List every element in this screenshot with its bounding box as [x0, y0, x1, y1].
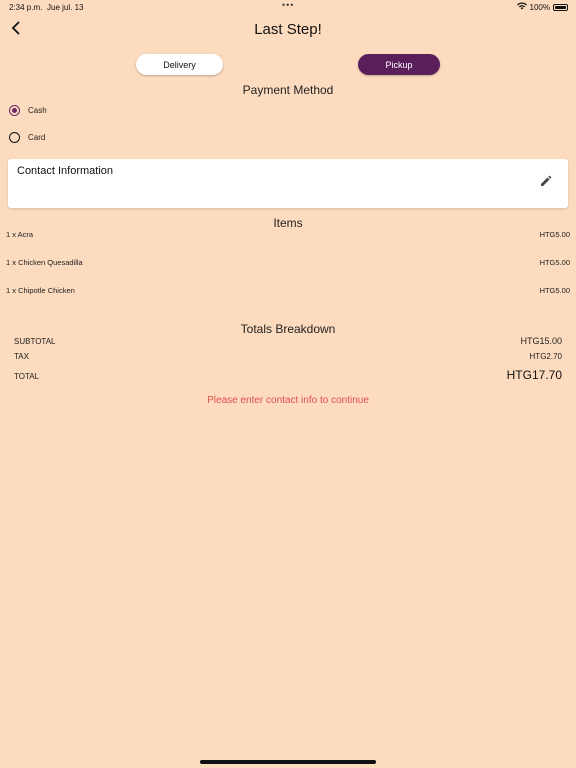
subtotal-value: HTG15.00 — [520, 336, 562, 346]
pickup-label: Pickup — [385, 59, 413, 70]
item-name: 1 x Acra — [6, 230, 34, 239]
subtotal-row: SUBTOTAL HTG15.00 — [14, 336, 562, 346]
total-row: TOTAL HTG17.70 — [14, 368, 562, 382]
cash-radio[interactable] — [9, 105, 20, 116]
page-title: Last Step! — [254, 21, 322, 38]
delivery-label: Delivery — [163, 59, 196, 70]
payment-option-cash[interactable]: Cash — [9, 105, 47, 116]
status-bar: 2:34 p.m. Jue jul. 13 ••• 100% — [0, 0, 576, 14]
payment-method-title: Payment Method — [242, 83, 334, 97]
cash-label: Cash — [28, 106, 47, 115]
contact-information-card[interactable]: Contact Information — [8, 159, 568, 208]
total-value: HTG17.70 — [506, 368, 562, 382]
status-right: 100% — [516, 2, 568, 12]
pickup-button[interactable]: Pickup — [358, 54, 440, 75]
payment-option-card[interactable]: Card — [9, 132, 45, 143]
battery-percent: 100% — [529, 2, 550, 12]
items-title: Items — [273, 216, 303, 230]
list-item: 1 x Chicken Quesadilla HTG5.00 — [6, 258, 570, 267]
multitasking-dots[interactable]: ••• — [282, 0, 294, 10]
status-time: 2:34 p.m. — [9, 3, 43, 12]
item-price: HTG5.00 — [539, 286, 570, 295]
wifi-icon — [516, 2, 527, 12]
item-price: HTG5.00 — [539, 230, 570, 239]
home-indicator[interactable] — [200, 760, 376, 764]
tax-label: TAX — [14, 352, 29, 361]
delivery-button[interactable]: Delivery — [136, 54, 223, 75]
contact-information-title: Contact Information — [17, 165, 113, 177]
item-name: 1 x Chipotle Chicken — [6, 286, 75, 295]
item-price: HTG5.00 — [539, 258, 570, 267]
item-name: 1 x Chicken Quesadilla — [6, 258, 83, 267]
card-radio[interactable] — [9, 132, 20, 143]
tax-row: TAX HTG2.70 — [14, 352, 562, 361]
battery-icon — [553, 3, 568, 11]
list-item: 1 x Acra HTG5.00 — [6, 230, 570, 239]
edit-pencil-icon[interactable] — [539, 174, 553, 188]
totals-breakdown-title: Totals Breakdown — [240, 322, 336, 336]
total-label: TOTAL — [14, 372, 40, 381]
subtotal-label: SUBTOTAL — [14, 337, 56, 346]
contact-info-warning: Please enter contact info to continue — [207, 395, 369, 406]
list-item: 1 x Chipotle Chicken HTG5.00 — [6, 286, 570, 295]
status-date: Jue jul. 13 — [47, 3, 84, 12]
tax-value: HTG2.70 — [529, 352, 562, 361]
card-label: Card — [28, 133, 46, 142]
